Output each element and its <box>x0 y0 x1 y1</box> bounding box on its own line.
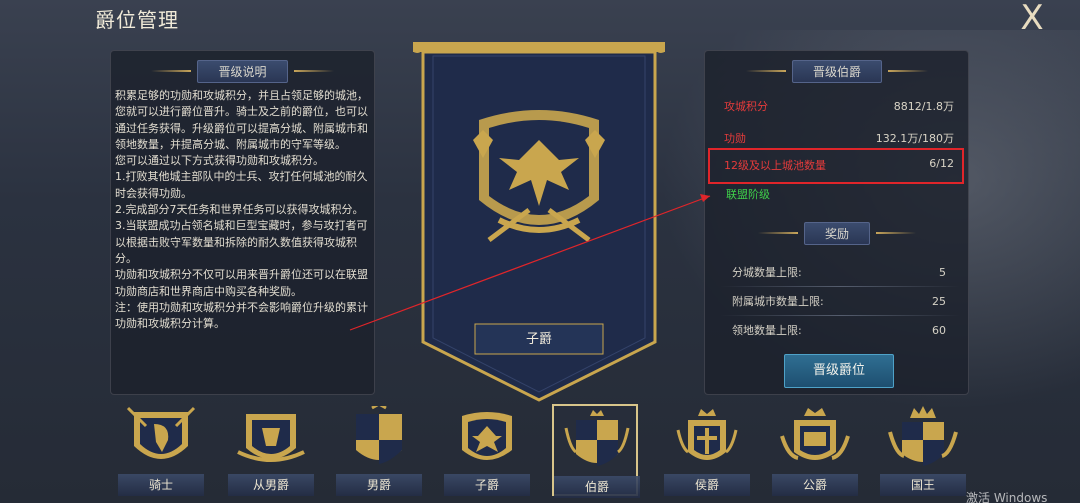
rank-item-viscount[interactable]: 子爵 <box>444 404 530 496</box>
requirement-row: 攻城积分 8812/1.8万 <box>724 98 954 114</box>
rank-name: 侯爵 <box>664 474 750 496</box>
rank-item-knight[interactable]: 骑士 <box>118 404 204 496</box>
reward-value: 60 <box>932 324 946 337</box>
rank-item-baronet[interactable]: 从男爵 <box>228 404 314 496</box>
baronet-crest-icon <box>237 414 305 462</box>
close-icon[interactable]: X <box>1014 1 1050 35</box>
rank-name: 子爵 <box>444 474 530 496</box>
divider-line <box>888 70 928 72</box>
baron-crest-icon <box>356 406 402 464</box>
rank-name: 骑士 <box>118 474 204 496</box>
rank-item-count[interactable]: 伯爵 <box>552 404 640 498</box>
rank-item-baron[interactable]: 男爵 <box>336 404 422 496</box>
rank-item-duke[interactable]: 公爵 <box>772 404 858 496</box>
reward-row: 附属城市数量上限: 25 <box>732 291 946 313</box>
reward-divider <box>720 286 960 287</box>
divider-line <box>876 232 916 234</box>
description-header: 晋级说明 <box>130 58 355 84</box>
current-rank-name: 子爵 <box>525 332 552 347</box>
divider-line <box>745 70 786 72</box>
reward-label: 附属城市数量上限: <box>732 295 824 308</box>
desc-paragraph: 积累足够的功勋和攻城积分，并且占领足够的城池，您就可以进行爵位晋升。骑士及之前的… <box>115 89 368 151</box>
divider-line <box>293 70 334 72</box>
rank-item-marquis[interactable]: 侯爵 <box>664 404 750 496</box>
reward-row: 分城数量上限: 5 <box>732 262 946 284</box>
requirement-label: 功勋 <box>724 132 746 145</box>
reward-title: 奖励 <box>803 221 870 245</box>
description-text: 积累足够的功勋和攻城积分，并且占领足够的城池，您就可以进行爵位晋升。骑士及之前的… <box>115 88 375 332</box>
requirement-row: 功勋 132.1万/180万 <box>724 130 954 146</box>
desc-paragraph: 注：使用功勋和攻城积分并不会影响爵位升级的累计功勋和攻城积分计算。 <box>115 300 368 331</box>
rank-name: 从男爵 <box>228 474 314 496</box>
reward-row: 领地数量上限: 60 <box>732 320 946 342</box>
requirement-value: 132.1万/180万 <box>875 132 954 145</box>
viscount-crest-icon <box>462 412 512 460</box>
desc-paragraph: 3.当联盟成功占领名城和巨型宝藏时，参与攻打者可以根据击败守军数量和拆除的耐久数… <box>115 219 368 265</box>
rank-name: 国王 <box>880 474 966 496</box>
highlight-box <box>708 148 964 184</box>
reward-value: 5 <box>939 266 946 279</box>
rank-name: 公爵 <box>772 474 858 496</box>
requirement-label: 攻城积分 <box>724 100 768 113</box>
reward-divider <box>720 315 960 316</box>
description-title: 晋级说明 <box>197 59 288 83</box>
reward-label: 分城数量上限: <box>732 266 802 279</box>
requirement-value: 8812/1.8万 <box>893 100 954 113</box>
count-crest-icon <box>564 410 630 466</box>
knight-crest-icon <box>126 406 196 459</box>
desc-paragraph: 功勋和攻城积分不仅可以用来晋升爵位还可以在联盟功勋商店和世界商店中购买各种奖励。 <box>115 268 368 298</box>
desc-paragraph: 2.完成部分7天任务和世界任务可以获得攻城积分。 <box>115 203 364 217</box>
promotion-header: 晋级伯爵 <box>726 58 948 84</box>
divider-line <box>757 232 798 234</box>
promotion-title: 晋级伯爵 <box>791 59 882 83</box>
rank-item-king[interactable]: 国王 <box>880 404 966 496</box>
alliance-rank-label: 联盟阶级 <box>726 188 770 201</box>
divider-line <box>151 70 192 72</box>
windows-watermark: 激活 Windows <box>966 491 1048 503</box>
reward-label: 领地数量上限: <box>732 324 802 337</box>
page-title: 爵位管理 <box>95 8 179 32</box>
reward-header: 奖励 <box>726 220 948 246</box>
marquis-crest-icon <box>676 409 738 460</box>
promote-button[interactable]: 晋级爵位 <box>784 354 894 388</box>
rank-name: 伯爵 <box>554 476 640 498</box>
duke-crest-icon <box>780 408 850 460</box>
desc-paragraph: 您可以通过以下方式获得功勋和攻城积分。 <box>115 154 324 168</box>
rank-name: 男爵 <box>336 474 422 496</box>
reward-value: 25 <box>932 295 946 308</box>
desc-paragraph: 1.打败其他城主部队中的士兵、攻打任何城池的耐久时会获得功勋。 <box>115 170 368 200</box>
king-crest-icon <box>888 406 958 466</box>
